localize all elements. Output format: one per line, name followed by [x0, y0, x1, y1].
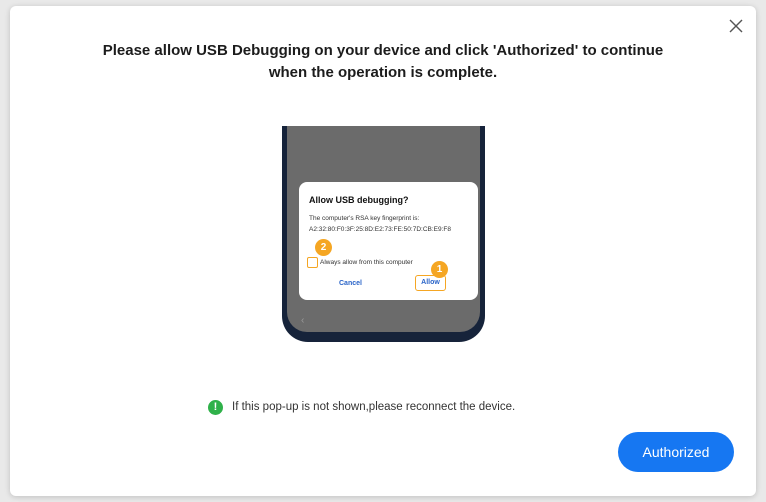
back-nav-icon: ‹: [301, 315, 305, 326]
fingerprint-label: The computer's RSA key fingerprint is:: [309, 215, 420, 222]
success-check-icon: !: [208, 399, 223, 415]
usb-debugging-dialog: Please allow USB Debugging on your devic…: [10, 6, 756, 496]
popup-cancel-button: Cancel: [339, 280, 362, 287]
always-allow-checkbox: [307, 257, 318, 268]
reconnect-notice-text: If this pop-up is not shown,please recon…: [232, 401, 516, 413]
close-icon[interactable]: [726, 16, 746, 36]
step-2-badge: 2: [315, 239, 332, 256]
authorized-button[interactable]: Authorized: [618, 432, 734, 472]
always-allow-label: Always allow from this computer: [320, 259, 413, 266]
reconnect-notice: ! If this pop-up is not shown,please rec…: [208, 399, 515, 415]
dialog-title: Please allow USB Debugging on your devic…: [70, 40, 696, 84]
dialog-title-line-1: Please allow USB Debugging on your devic…: [102, 42, 664, 59]
dialog-title-line-2: when the operation is complete.: [268, 64, 498, 81]
popup-title: Allow USB debugging?: [309, 195, 409, 205]
step-1-badge: 1: [431, 261, 448, 278]
phone-illustration: Allow USB debugging? The computer's RSA …: [282, 126, 485, 342]
phone-screen: Allow USB debugging? The computer's RSA …: [287, 126, 480, 332]
usb-debugging-popup: Allow USB debugging? The computer's RSA …: [299, 182, 478, 300]
fingerprint-value: A2:32:80:F0:3F:25:8D:E2:73:FE:50:7D:CB:E…: [309, 226, 451, 233]
